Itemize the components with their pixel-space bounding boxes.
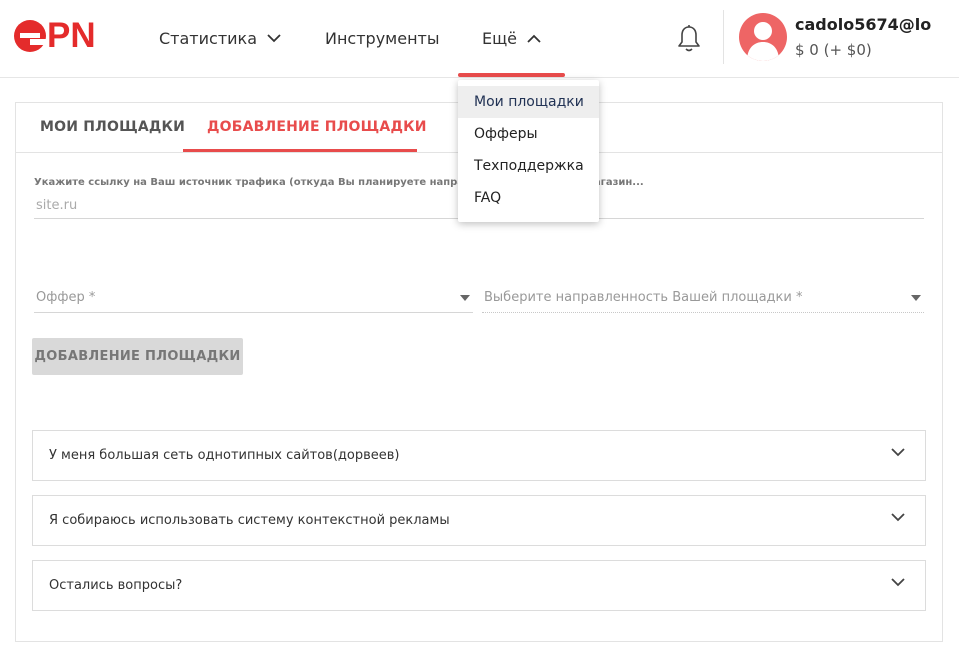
avatar[interactable] (739, 13, 787, 61)
more-dropdown-menu: Мои площадки Офферы Техподдержка FAQ (458, 80, 599, 222)
offer-select-placeholder: Оффер * (36, 290, 96, 305)
bell-icon[interactable] (676, 24, 702, 54)
tab-my-sites[interactable]: МОИ ПЛОЩАДКИ (40, 119, 185, 135)
chevron-down-icon (891, 578, 905, 587)
nav-tools-label: Инструменты (325, 28, 440, 48)
menu-item-my-sites[interactable]: Мои площадки (458, 86, 599, 118)
menu-item-support[interactable]: Техподдержка (458, 150, 599, 182)
offer-select[interactable]: Оффер * (34, 283, 473, 313)
accordion-item-label: У меня большая сеть однотипных сайтов(до… (49, 448, 400, 463)
header-divider (723, 10, 724, 64)
accordion-item-doorways[interactable]: У меня большая сеть однотипных сайтов(до… (32, 430, 926, 481)
logo-text: PN (47, 16, 96, 55)
nav-statistics[interactable]: Статистика (159, 27, 281, 49)
site-url-hint: Укажите ссылку на Ваш источник трафика (… (34, 177, 644, 188)
logo-e-mark (14, 20, 46, 52)
add-site-button[interactable]: ДОБАВЛЕНИЕ ПЛОЩАДКИ (32, 338, 243, 375)
dropdown-arrow-icon (460, 295, 470, 301)
accordion-item-label: Я собираюсь использовать систему контекс… (49, 513, 450, 528)
nav-more-label: Ещё (482, 28, 518, 48)
user-email[interactable]: cadolo5674@lo (795, 15, 931, 34)
tab-add-site[interactable]: ДОБАВЛЕНИЕ ПЛОЩАДКИ (207, 119, 427, 135)
nav-more[interactable]: Ещё (482, 27, 541, 49)
nav-active-indicator (458, 73, 565, 77)
accordion-item-label: Остались вопросы? (49, 578, 183, 593)
menu-item-faq[interactable]: FAQ (458, 182, 599, 214)
epn-logo[interactable]: PN (14, 18, 106, 54)
direction-select[interactable]: Выберите направленность Вашей площадки * (482, 283, 924, 313)
chevron-up-icon (527, 34, 541, 43)
tab-active-indicator (183, 149, 417, 152)
chevron-down-icon (891, 513, 905, 522)
accordion-item-context-ads[interactable]: Я собираюсь использовать систему контекс… (32, 495, 926, 546)
top-header: PN Статистика Инструменты Ещё cadolo5674… (0, 0, 959, 78)
menu-item-offers[interactable]: Офферы (458, 118, 599, 150)
direction-select-placeholder: Выберите направленность Вашей площадки * (484, 290, 803, 305)
nav-tools[interactable]: Инструменты (325, 27, 440, 49)
dropdown-arrow-icon (911, 295, 921, 301)
chevron-down-icon (891, 448, 905, 457)
accordion-item-questions[interactable]: Остались вопросы? (32, 560, 926, 611)
chevron-down-icon (267, 33, 281, 42)
nav-statistics-label: Статистика (159, 28, 257, 48)
user-silhouette-icon (747, 22, 779, 61)
user-balance: $ 0 (+ $0) (795, 41, 872, 59)
